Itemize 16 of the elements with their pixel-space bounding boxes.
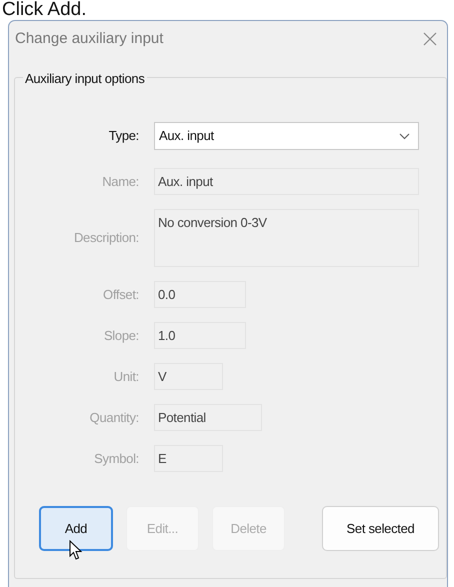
chevron-icon: [399, 132, 410, 140]
field-label: Unit:: [112, 368, 140, 386]
field-label: Quantity:: [88, 408, 140, 427]
field-label: Name:: [101, 172, 140, 191]
close-icon[interactable]: [423, 32, 437, 46]
dialog-button[interactable]: Set selected: [322, 506, 439, 551]
type-dropdown[interactable]: Aux. input: [154, 122, 419, 150]
field-label: Description:: [72, 229, 140, 248]
field-label: Type:: [108, 127, 140, 146]
field-label: Offset:: [102, 286, 140, 304]
cursor-icon: [69, 540, 83, 561]
dialog-button[interactable]: Add: [39, 506, 113, 551]
field-label: Symbol:: [93, 450, 140, 468]
instruction-text: Click Add.: [1, 0, 88, 20]
field-label: Slope:: [102, 326, 140, 345]
window-title: Change auxiliary input: [15, 28, 164, 49]
